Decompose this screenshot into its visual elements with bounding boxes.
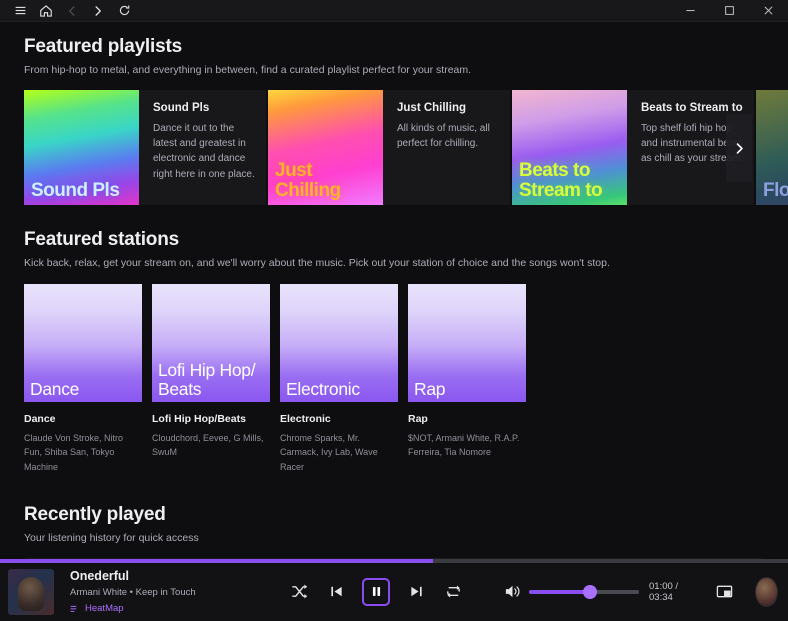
station-art-label: Dance (30, 380, 138, 399)
station-card-dance[interactable]: Dance Dance Claude Von Stroke, Nitro Fun… (24, 284, 142, 474)
station-artwork: Dance (24, 284, 142, 402)
station-art-label: Electronic (286, 380, 394, 399)
station-name: Dance (24, 413, 142, 425)
volume-slider[interactable] (529, 590, 639, 594)
playlist-icon (70, 604, 80, 614)
featured-playlists-section: Featured playlists From hip-hop to metal… (0, 22, 788, 76)
volume-slider-fill (529, 590, 590, 594)
playlist-rail: Sound Pls Sound Pls Dance it out to the … (0, 90, 788, 205)
next-button[interactable] (405, 581, 427, 603)
refresh-icon[interactable] (112, 1, 136, 21)
maximize-button[interactable] (710, 0, 749, 22)
station-name: Electronic (280, 413, 398, 425)
playlist-info: Just Chilling All kinds of music, all pe… (383, 90, 510, 205)
playlist-art-label: Flo (763, 181, 788, 200)
pause-button[interactable] (362, 578, 390, 606)
station-artists: Claude Von Stroke, Nitro Fun, Shiba San,… (24, 431, 142, 474)
featured-playlists-subtitle: From hip-hop to metal, and everything in… (24, 64, 764, 76)
playback-progress-bar[interactable] (0, 559, 788, 563)
playlist-card-just-chilling[interactable]: Just Chilling Just Chilling All kinds of… (268, 90, 510, 205)
featured-stations-subtitle: Kick back, relax, get your stream on, an… (24, 257, 764, 269)
station-card-lofi-hip-hop-beats[interactable]: Lofi Hip Hop/ Beats Lofi Hip Hop/Beats C… (152, 284, 270, 474)
menu-icon[interactable] (8, 1, 32, 21)
featured-stations-title: Featured stations (24, 229, 764, 251)
station-art-label: Rap (414, 380, 522, 399)
mini-player-icon[interactable] (716, 581, 733, 603)
now-playing-channel[interactable]: HeatMap (70, 603, 254, 614)
playlist-artwork: Just Chilling (268, 90, 383, 205)
playlist-info: Sound Pls Dance it out to the latest and… (139, 90, 266, 205)
title-bar (0, 0, 788, 22)
now-playing-channel-name: HeatMap (85, 603, 124, 614)
playlist-description: All kinds of music, all perfect for chil… (397, 121, 500, 151)
playlist-artwork: Sound Pls (24, 90, 139, 205)
playlist-name: Sound Pls (153, 102, 256, 114)
avatar[interactable] (755, 577, 778, 607)
window-controls (671, 0, 788, 22)
featured-playlists-title: Featured playlists (24, 36, 764, 58)
playlist-card-beats-to-stream-to[interactable]: Beats to Stream to Beats to Stream to To… (512, 90, 754, 205)
playback-progress-fill (0, 559, 433, 563)
volume-icon[interactable] (504, 583, 521, 600)
station-artists: $NOT, Armani White, R.A.P. Ferreira, Tia… (408, 431, 526, 460)
playlist-card-sound-pls[interactable]: Sound Pls Sound Pls Dance it out to the … (24, 90, 266, 205)
player-controls (288, 578, 464, 606)
shuffle-button[interactable] (288, 581, 310, 603)
station-art-label: Lofi Hip Hop/ Beats (158, 361, 266, 399)
playlist-name: Beats to Stream to (641, 102, 744, 114)
recently-played-title: Recently played (24, 504, 764, 526)
playlist-rail-wrapper: Sound Pls Sound Pls Dance it out to the … (0, 90, 788, 205)
playlist-art-label: Just Chilling (275, 161, 379, 200)
station-artwork: Lofi Hip Hop/ Beats (152, 284, 270, 402)
playback-time: 01:00 / 03:34 (649, 581, 692, 603)
now-playing-meta: Onederful Armani White • Keep in Touch H… (64, 569, 254, 614)
player-bar: Onederful Armani White • Keep in Touch H… (0, 560, 788, 621)
playlist-art-label: Sound Pls (31, 181, 135, 200)
nav-icon-group (0, 1, 136, 21)
playlist-card-partial[interactable]: Flo (756, 90, 788, 205)
content-scroll-area[interactable]: Featured playlists From hip-hop to metal… (0, 22, 788, 560)
volume-control (504, 583, 639, 600)
recently-played-section: Recently played Your listening history f… (0, 474, 788, 560)
station-card-rap[interactable]: Rap Rap $NOT, Armani White, R.A.P. Ferre… (408, 284, 526, 474)
recently-played-subtitle: Your listening history for quick access (24, 532, 764, 544)
station-name: Lofi Hip Hop/Beats (152, 413, 270, 425)
station-artwork: Electronic (280, 284, 398, 402)
playlist-description: Dance it out to the latest and greatest … (153, 121, 256, 182)
playlist-artwork: Flo (756, 90, 788, 205)
playlist-artwork: Beats to Stream to (512, 90, 627, 205)
featured-stations-section: Featured stations Kick back, relax, get … (0, 205, 788, 474)
station-artists: Cloudchord, Eevee, G Mills, SwuM (152, 431, 270, 460)
playlist-next-button[interactable] (726, 114, 752, 182)
previous-button[interactable] (325, 581, 347, 603)
close-button[interactable] (749, 0, 788, 22)
music-app-window: Featured playlists From hip-hop to metal… (0, 0, 788, 621)
station-artwork: Rap (408, 284, 526, 402)
station-artists: Chrome Sparks, Mr. Carmack, Ivy Lab, Wav… (280, 431, 398, 474)
playlist-name: Just Chilling (397, 102, 500, 114)
home-icon[interactable] (34, 1, 58, 21)
repeat-button[interactable] (442, 581, 464, 603)
now-playing-artist: Armani White • Keep in Touch (70, 587, 254, 598)
station-card-electronic[interactable]: Electronic Electronic Chrome Sparks, Mr.… (280, 284, 398, 474)
station-name: Rap (408, 413, 526, 425)
volume-slider-knob[interactable] (583, 585, 597, 599)
station-rail: Dance Dance Claude Von Stroke, Nitro Fun… (24, 284, 764, 474)
minimize-button[interactable] (671, 0, 710, 22)
now-playing-title: Onederful (70, 569, 254, 583)
playlist-art-label: Beats to Stream to (519, 161, 623, 200)
now-playing-artwork (8, 569, 54, 615)
forward-icon[interactable] (86, 1, 110, 21)
back-icon[interactable] (60, 1, 84, 21)
player-content: Onederful Armani White • Keep in Touch H… (0, 561, 788, 621)
